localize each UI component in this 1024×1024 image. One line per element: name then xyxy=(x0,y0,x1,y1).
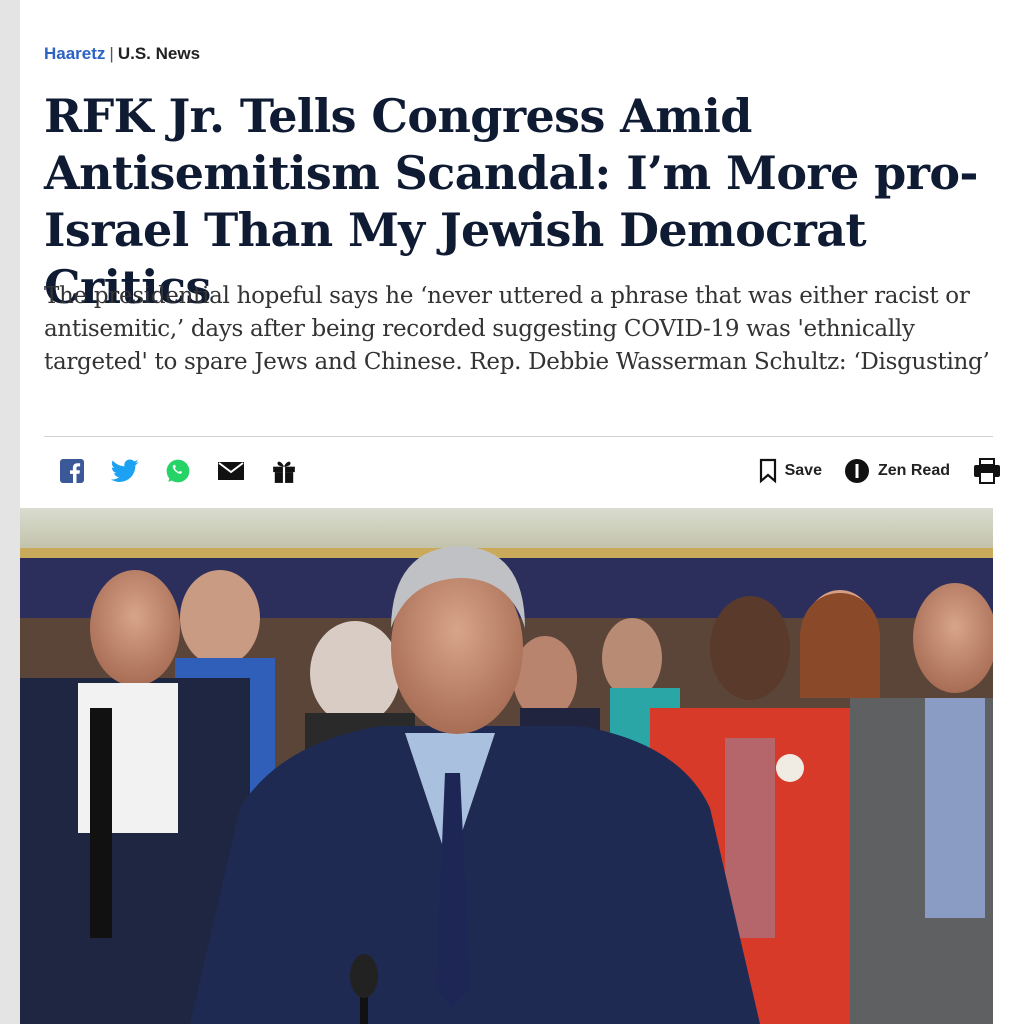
breadcrumb: Haaretz | U.S. News xyxy=(44,44,200,64)
zen-read-label: Zen Read xyxy=(877,462,950,479)
save-label: Save xyxy=(784,462,822,479)
whatsapp-icon[interactable] xyxy=(164,457,192,485)
bookmark-icon xyxy=(759,458,776,484)
gift-icon[interactable] xyxy=(270,457,298,485)
article-tools: Save Zen Read xyxy=(759,452,1002,490)
twitter-icon[interactable] xyxy=(111,457,139,485)
hero-photo xyxy=(20,508,993,1024)
article-subhead: The presidential hopeful says he ‘never … xyxy=(44,283,990,375)
print-icon xyxy=(974,458,1000,484)
save-button[interactable]: Save xyxy=(759,458,822,484)
divider xyxy=(44,436,993,437)
share-bar xyxy=(58,452,298,490)
email-icon[interactable] xyxy=(217,457,245,485)
breadcrumb-separator: | xyxy=(109,44,114,63)
zen-read-icon xyxy=(844,459,869,483)
article-page: Haaretz | U.S. News RFK Jr. Tells Congress… xyxy=(20,0,1024,1024)
facebook-icon[interactable] xyxy=(58,457,86,485)
print-button[interactable] xyxy=(972,458,1002,484)
zen-read-button[interactable]: Zen Read xyxy=(844,458,950,484)
section-link[interactable]: U.S. News xyxy=(118,44,200,63)
brand-link[interactable]: Haaretz xyxy=(44,44,105,63)
